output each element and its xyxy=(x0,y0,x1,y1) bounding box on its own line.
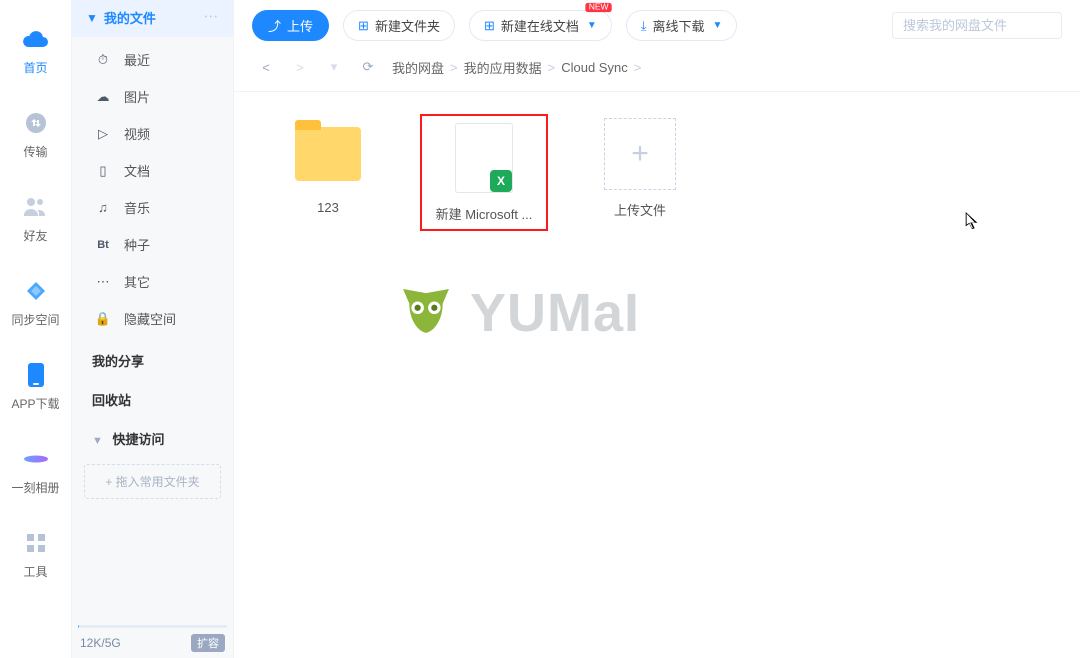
nav-album[interactable]: 一刻相册 xyxy=(0,430,71,514)
friends-icon xyxy=(21,192,51,222)
headphone-icon: ♫ xyxy=(94,199,112,217)
forward-button[interactable]: > xyxy=(290,57,310,77)
doc-plus-icon: ⊞ xyxy=(484,18,495,34)
lock-icon: 🔒 xyxy=(94,310,112,328)
quota-text: 12K/5G xyxy=(80,636,121,650)
sidebar-item-other[interactable]: ⋯其它 xyxy=(72,263,233,300)
refresh-button[interactable]: ⟳ xyxy=(358,57,378,77)
nav-rail: 首页 传输 好友 同步空间 APP下载 一刻相册 工具 xyxy=(0,0,72,658)
caret-down-icon: ▼ xyxy=(86,11,98,25)
nav-label: 传输 xyxy=(23,143,47,160)
upload-icon: ⤴ xyxy=(268,16,281,35)
nav-label: APP下载 xyxy=(11,395,59,412)
crumb-2[interactable]: Cloud Sync xyxy=(561,60,627,75)
sidebar-item-bt[interactable]: Bt种子 xyxy=(72,226,233,263)
other-icon: ⋯ xyxy=(94,273,112,291)
chevron-right-icon: > xyxy=(548,60,556,75)
sidebar-item-doc[interactable]: ▯文档 xyxy=(72,152,233,189)
image-icon: ☁ xyxy=(94,88,112,106)
cursor-icon xyxy=(965,212,979,230)
excel-icon: X xyxy=(490,170,512,192)
nav-friends[interactable]: 好友 xyxy=(0,178,71,262)
bt-icon: Bt xyxy=(94,236,112,254)
dropdown-nav-button[interactable]: ▾ xyxy=(324,57,344,77)
file-folder[interactable]: 123 xyxy=(268,118,388,215)
folder-plus-icon: ⊞ xyxy=(358,18,369,34)
sidebar-header[interactable]: ▼ 我的文件 ⋮ xyxy=(72,0,233,37)
nav-tools[interactable]: 工具 xyxy=(0,514,71,598)
nav-label: 工具 xyxy=(23,563,47,580)
search-input[interactable] xyxy=(892,12,1062,39)
owl-icon xyxy=(394,289,458,337)
caret-down-icon: ▼ xyxy=(92,435,103,447)
clock-icon: ⏱ xyxy=(94,51,112,69)
toolbar: ⤴ 上传 ⊞ 新建文件夹 ⊞ 新建在线文档 ▼ NEW ⤓ 离线下载 ▼ xyxy=(234,0,1080,51)
new-badge: NEW xyxy=(586,3,613,12)
file-grid: 123 X 新建 Microsoft ... + 上传文件 YUMaI xyxy=(234,92,1080,658)
quota-bar xyxy=(78,625,227,628)
cloud-icon xyxy=(21,24,51,54)
album-icon xyxy=(21,444,51,474)
upload-button[interactable]: ⤴ 上传 xyxy=(252,10,329,41)
nav-label: 一刻相册 xyxy=(11,479,59,496)
nav-label: 好友 xyxy=(23,227,47,244)
newfolder-button[interactable]: ⊞ 新建文件夹 xyxy=(343,10,455,41)
sidebar-recycle[interactable]: 回收站 xyxy=(72,380,233,419)
sidebar-item-video[interactable]: ▷视频 xyxy=(72,115,233,152)
crumb-0[interactable]: 我的网盘 xyxy=(392,58,444,77)
file-label: 123 xyxy=(268,200,388,215)
sidebar-item-photo[interactable]: ☁图片 xyxy=(72,78,233,115)
nav-label: 首页 xyxy=(23,59,47,76)
sidebar-myshare[interactable]: 我的分享 xyxy=(72,341,233,380)
tools-icon xyxy=(21,528,51,558)
watermark-text: YUMaI xyxy=(470,282,640,344)
sync-icon xyxy=(21,276,51,306)
download-icon: ⤓ xyxy=(641,18,647,34)
breadcrumb-bar: < > ▾ ⟳ 我的网盘 > 我的应用数据 > Cloud Sync > xyxy=(234,51,1080,92)
chevron-right-icon: > xyxy=(450,60,458,75)
sidebar-quick[interactable]: ▼ 快捷访问 xyxy=(72,419,233,458)
sidebar-title: 我的文件 xyxy=(104,8,203,27)
sidebar-item-recent[interactable]: ⏱最近 xyxy=(72,41,233,78)
back-button[interactable]: < xyxy=(256,57,276,77)
sidebar-list: ⏱最近 ☁图片 ▷视频 ▯文档 ♫音乐 Bt种子 ⋯其它 🔒隐藏空间 xyxy=(72,37,233,341)
nav-home[interactable]: 首页 xyxy=(0,10,71,94)
document-icon: X xyxy=(455,123,513,193)
crumb-1[interactable]: 我的应用数据 xyxy=(464,58,542,77)
offline-button[interactable]: ⤓ 离线下载 ▼ xyxy=(626,10,738,41)
folder-icon xyxy=(295,127,361,181)
file-upload-tile[interactable]: + 上传文件 xyxy=(580,118,700,219)
main: ⤴ 上传 ⊞ 新建文件夹 ⊞ 新建在线文档 ▼ NEW ⤓ 离线下载 ▼ < >… xyxy=(234,0,1080,658)
nav-label: 同步空间 xyxy=(11,311,59,328)
newdoc-button[interactable]: ⊞ 新建在线文档 ▼ NEW xyxy=(469,10,612,41)
play-icon: ▷ xyxy=(94,125,112,143)
sidebar-item-music[interactable]: ♫音乐 xyxy=(72,189,233,226)
more-icon[interactable]: ⋮ xyxy=(203,10,220,26)
plus-icon: + xyxy=(604,118,676,190)
sidebar-quick-drop[interactable]: + 拖入常用文件夹 xyxy=(84,464,221,499)
caret-down-icon: ▼ xyxy=(587,20,597,31)
chevron-right-icon: > xyxy=(634,60,642,75)
sidebar: ▼ 我的文件 ⋮ ⏱最近 ☁图片 ▷视频 ▯文档 ♫音乐 Bt种子 ⋯其它 🔒隐… xyxy=(72,0,234,658)
file-excel[interactable]: X 新建 Microsoft ... xyxy=(424,118,544,227)
nav-app[interactable]: APP下载 xyxy=(0,346,71,430)
transfer-icon xyxy=(21,108,51,138)
nav-transfer[interactable]: 传输 xyxy=(0,94,71,178)
sidebar-footer: 12K/5G 扩容 xyxy=(72,625,233,658)
file-label: 上传文件 xyxy=(580,200,700,219)
expand-button[interactable]: 扩容 xyxy=(191,634,225,652)
file-label: 新建 Microsoft ... xyxy=(426,204,542,223)
file-icon: ▯ xyxy=(94,162,112,180)
nav-sync[interactable]: 同步空间 xyxy=(0,262,71,346)
watermark: YUMaI xyxy=(394,282,894,344)
sidebar-item-hidden[interactable]: 🔒隐藏空间 xyxy=(72,300,233,337)
caret-down-icon: ▼ xyxy=(713,20,723,31)
phone-icon xyxy=(21,360,51,390)
breadcrumb: 我的网盘 > 我的应用数据 > Cloud Sync > xyxy=(392,58,641,77)
